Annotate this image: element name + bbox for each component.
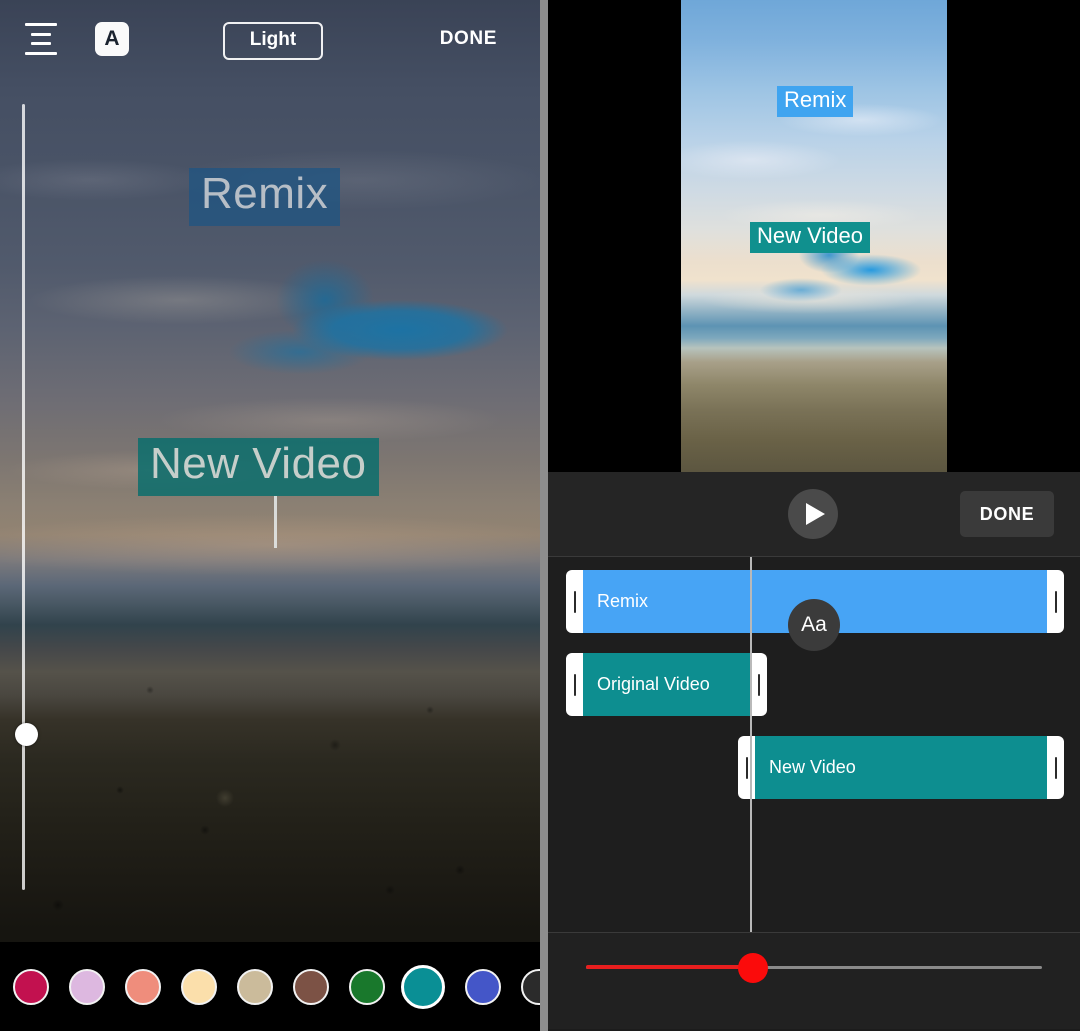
video-preview-frame: Remix New Video	[681, 0, 947, 472]
timeline-done-label: DONE	[980, 504, 1034, 525]
align-line-2	[31, 33, 51, 36]
preview-text-new-video: New Video	[750, 222, 870, 253]
app-root: A Light DONE Remix New Video	[0, 0, 1080, 1031]
color-palette-bar	[0, 942, 540, 1031]
color-swatch-black[interactable]	[521, 969, 540, 1005]
align-line-1	[25, 23, 57, 26]
progress-fill	[586, 965, 754, 969]
text-style-button[interactable]: Light	[223, 22, 323, 60]
text-cursor-handle[interactable]	[274, 496, 277, 548]
trim-grip-icon	[746, 757, 748, 779]
panel-divider	[540, 0, 548, 1031]
color-swatch-crimson[interactable]	[13, 969, 49, 1005]
transport-bar: DONE	[548, 472, 1080, 557]
font-picker-label: A	[104, 27, 119, 51]
text-size-slider[interactable]	[16, 104, 32, 890]
text-editor-toolbar: A Light DONE	[0, 0, 540, 78]
align-center-icon[interactable]	[24, 23, 58, 55]
color-swatch-salmon[interactable]	[125, 969, 161, 1005]
color-swatch-tan[interactable]	[237, 969, 273, 1005]
font-picker-button[interactable]: A	[95, 22, 129, 56]
timeline-clip-new-video[interactable]: New Video	[738, 736, 1064, 799]
trim-grip-icon	[758, 674, 760, 696]
clip-trim-handle-left[interactable]	[566, 570, 583, 633]
clip-trim-handle-right[interactable]	[750, 653, 767, 716]
text-editor-panel: A Light DONE Remix New Video	[0, 0, 540, 1031]
canvas-text-new-video-label: New Video	[150, 439, 367, 488]
text-editor-done-button[interactable]: DONE	[440, 28, 497, 50]
preview-text-new-video-label: New Video	[757, 223, 863, 248]
progress-thumb[interactable]	[738, 953, 768, 983]
play-icon[interactable]	[788, 489, 838, 539]
timeline-done-button[interactable]: DONE	[960, 491, 1054, 537]
clip-timeline[interactable]: Aa Remix Original Video New Video	[548, 557, 1080, 933]
text-style-label: Light	[250, 29, 296, 50]
color-swatch-brown[interactable]	[293, 969, 329, 1005]
add-text-label: Aa	[801, 613, 827, 637]
canvas-text-remix[interactable]: Remix	[189, 168, 340, 226]
clip-trim-handle-right[interactable]	[1047, 570, 1064, 633]
text-size-slider-track	[22, 104, 25, 890]
color-swatch-green[interactable]	[349, 969, 385, 1005]
preview-text-remix-label: Remix	[784, 87, 846, 112]
play-triangle	[806, 503, 825, 525]
clip-trim-handle-left[interactable]	[738, 736, 755, 799]
trim-grip-icon	[574, 674, 576, 696]
trim-grip-icon	[574, 591, 576, 613]
color-swatch-teal[interactable]	[401, 965, 445, 1009]
video-timeline-panel: Remix New Video DONE Aa	[548, 0, 1080, 1031]
text-editor-done-label: DONE	[440, 28, 497, 49]
clip-trim-handle-left[interactable]	[566, 653, 583, 716]
text-size-slider-thumb[interactable]	[15, 723, 38, 746]
video-canvas-background	[0, 0, 540, 1031]
video-preview-area[interactable]: Remix New Video	[548, 0, 1080, 472]
trim-grip-icon	[1055, 591, 1057, 613]
clip-trim-handle-right[interactable]	[1047, 736, 1064, 799]
add-text-button[interactable]: Aa	[788, 599, 840, 651]
preview-text-remix: Remix	[777, 86, 853, 117]
align-line-4	[25, 52, 57, 55]
clip-body: Original Video	[583, 653, 750, 716]
playback-progress-slider[interactable]	[548, 933, 1080, 1029]
align-line-3	[31, 42, 51, 45]
color-swatch-blue[interactable]	[465, 969, 501, 1005]
canvas-text-remix-label: Remix	[201, 169, 328, 218]
timeline-clip-new-video-label: New Video	[769, 757, 856, 778]
color-swatch-cream[interactable]	[181, 969, 217, 1005]
timeline-clip-original-video[interactable]: Original Video	[566, 653, 767, 716]
color-swatch-lavender[interactable]	[69, 969, 105, 1005]
clip-body: New Video	[755, 736, 1047, 799]
trim-grip-icon	[1055, 757, 1057, 779]
canvas-text-new-video[interactable]: New Video	[138, 438, 379, 496]
timeline-clip-remix-label: Remix	[597, 591, 648, 612]
timeline-playhead[interactable]	[750, 557, 752, 932]
timeline-clip-original-video-label: Original Video	[597, 674, 710, 695]
